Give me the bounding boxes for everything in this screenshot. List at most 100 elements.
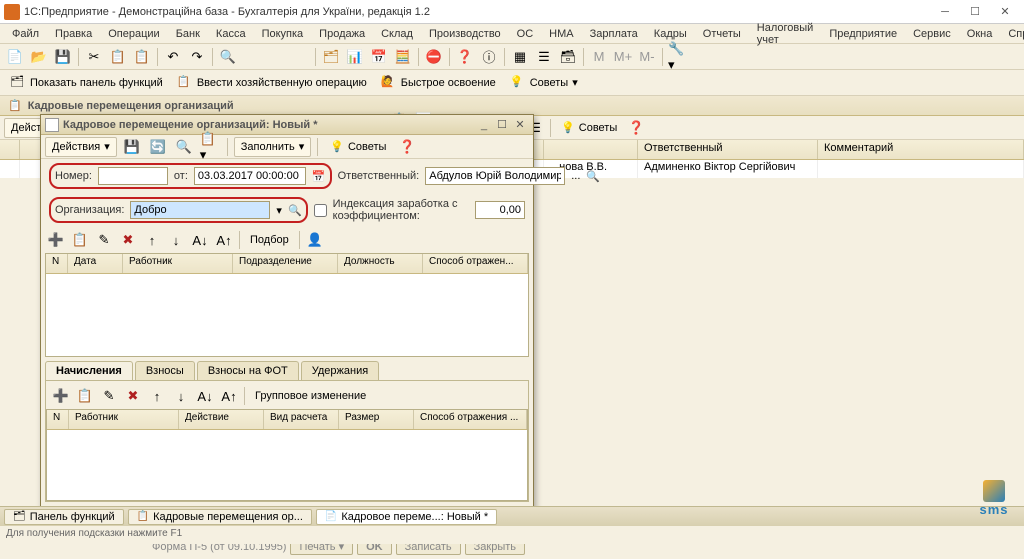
calendar-icon[interactable]: 📅 xyxy=(368,46,390,68)
menu-file[interactable]: Файл xyxy=(6,28,45,40)
menu-enterprise[interactable]: Предприятие xyxy=(823,28,903,40)
modal-max-button[interactable]: ☐ xyxy=(493,117,511,133)
menu-edit[interactable]: Правка xyxy=(49,28,98,40)
menu-production[interactable]: Производство xyxy=(423,28,507,40)
paste-icon[interactable]: 📋 xyxy=(131,46,153,68)
modal-actions-dropdown[interactable]: Действия ▾ xyxy=(45,137,117,157)
dropdown-icon[interactable]: ▾ xyxy=(276,204,282,217)
group-change-button[interactable]: Групповое изменение xyxy=(249,385,372,407)
minimize-button[interactable]: ─ xyxy=(930,2,960,22)
view-icon[interactable]: 🔍 xyxy=(173,136,195,158)
row-delete-icon[interactable]: ✖ xyxy=(117,229,139,251)
menu-sale[interactable]: Продажа xyxy=(313,28,371,40)
menu-os[interactable]: ОС xyxy=(511,28,540,40)
close-button[interactable]: ✕ xyxy=(990,2,1020,22)
grid-icon[interactable]: ▦ xyxy=(509,46,531,68)
menu-help[interactable]: Справка xyxy=(1002,28,1024,40)
search-icon[interactable]: 🔍 xyxy=(217,46,239,68)
row-copy-icon[interactable]: 📋 xyxy=(69,229,91,251)
tree-icon[interactable]: 🗃 xyxy=(557,46,579,68)
refresh-icon[interactable]: 🔄 xyxy=(147,136,169,158)
index-input[interactable] xyxy=(475,201,525,219)
row-delete-icon[interactable]: ✖ xyxy=(122,385,144,407)
redo-icon[interactable]: ↷ xyxy=(186,46,208,68)
modal-tab[interactable]: 📄 Кадровое переме...: Новый * xyxy=(316,509,497,525)
cut-icon[interactable]: ✂ xyxy=(83,46,105,68)
menu-hr[interactable]: Кадры xyxy=(648,28,693,40)
employees-grid[interactable]: N Дата Работник Подразделение Должность … xyxy=(45,253,529,357)
row-copy-icon[interactable]: 📋 xyxy=(74,385,96,407)
stop-icon[interactable]: ⛔ xyxy=(423,46,445,68)
search-icon[interactable]: 🔍 xyxy=(288,204,302,217)
number-input[interactable] xyxy=(98,167,168,185)
sort-desc-icon[interactable]: A↑ xyxy=(218,385,240,407)
row-edit-icon[interactable]: ✎ xyxy=(98,385,120,407)
help-icon[interactable]: ❓ xyxy=(454,46,476,68)
fill-dropdown[interactable]: Заполнить ▾ xyxy=(234,137,312,157)
save-icon[interactable]: 💾 xyxy=(121,136,143,158)
help-icon[interactable]: ❓ xyxy=(625,117,647,139)
org-input[interactable] xyxy=(130,201,270,219)
index-checkbox[interactable] xyxy=(314,204,327,217)
resp-input[interactable] xyxy=(425,167,565,185)
m-plus-icon[interactable]: M+ xyxy=(612,46,634,68)
menu-reports[interactable]: Отчеты xyxy=(697,28,747,40)
maximize-button[interactable]: ☐ xyxy=(960,2,990,22)
menu-nma[interactable]: НМА xyxy=(543,28,579,40)
sort-asc-icon[interactable]: A↓ xyxy=(194,385,216,407)
calculator-icon[interactable]: 🧮 xyxy=(392,46,414,68)
row-up-icon[interactable]: ↑ xyxy=(141,229,163,251)
list-tab[interactable]: 📋 Кадровые перемещения ор... xyxy=(128,509,312,525)
modal-min-button[interactable]: _ xyxy=(475,117,493,133)
save-icon[interactable]: 💾 xyxy=(52,46,74,68)
new-icon[interactable]: 📄 xyxy=(4,46,26,68)
help-icon[interactable]: ❓ xyxy=(396,136,418,158)
enter-operation-button[interactable]: 📋Ввести хозяйственную операцию xyxy=(171,72,373,94)
podbor-button[interactable]: Подбор xyxy=(244,229,295,251)
menu-operations[interactable]: Операции xyxy=(102,28,165,40)
tab-accruals[interactable]: Начисления xyxy=(45,361,133,380)
post-icon[interactable]: 📋▾ xyxy=(199,136,221,158)
row-add-icon[interactable]: ➕ xyxy=(45,229,67,251)
row-edit-icon[interactable]: ✎ xyxy=(93,229,115,251)
row-down-icon[interactable]: ↓ xyxy=(170,385,192,407)
menu-warehouse[interactable]: Склад xyxy=(375,28,419,40)
list-icon[interactable]: ☰ xyxy=(533,46,555,68)
menu-bank[interactable]: Банк xyxy=(170,28,206,40)
select-button[interactable]: ... xyxy=(571,170,580,182)
menu-cash[interactable]: Касса xyxy=(210,28,252,40)
calc-icon[interactable]: 🗂 xyxy=(320,46,342,68)
tab-contrib[interactable]: Взносы xyxy=(135,361,195,380)
row-up-icon[interactable]: ↑ xyxy=(146,385,168,407)
sort-asc-icon[interactable]: A↓ xyxy=(189,229,211,251)
menu-purchase[interactable]: Покупка xyxy=(256,28,310,40)
advice-button[interactable]: 💡Советы▾ xyxy=(504,72,584,94)
advice-link[interactable]: 💡Советы xyxy=(555,117,623,139)
row-down-icon[interactable]: ↓ xyxy=(165,229,187,251)
quick-learn-button[interactable]: 🙋Быстрое освоение xyxy=(375,72,502,94)
search-button[interactable]: 🔍 xyxy=(586,170,600,183)
m-icon[interactable]: M xyxy=(588,46,610,68)
menu-tax[interactable]: Налоговый учет xyxy=(751,22,820,46)
show-panel-button[interactable]: 🗂Показать панель функций xyxy=(4,72,169,94)
info-icon[interactable]: ⓘ xyxy=(478,46,500,68)
copy-icon[interactable]: 📋 xyxy=(107,46,129,68)
open-icon[interactable]: 📂 xyxy=(28,46,50,68)
sort-desc-icon[interactable]: A↑ xyxy=(213,229,235,251)
tab-deduct[interactable]: Удержания xyxy=(301,361,379,380)
menu-salary[interactable]: Зарплата xyxy=(584,28,644,40)
user-icon[interactable]: 👤 xyxy=(304,229,326,251)
report-icon[interactable]: 📊 xyxy=(344,46,366,68)
tab-fot[interactable]: Взносы на ФОТ xyxy=(197,361,299,380)
modal-advice[interactable]: 💡Советы xyxy=(324,136,392,158)
panel-tab[interactable]: 🗂 Панель функций xyxy=(4,509,124,525)
menu-windows[interactable]: Окна xyxy=(961,28,999,40)
undo-icon[interactable]: ↶ xyxy=(162,46,184,68)
calendar-button[interactable]: 📅 xyxy=(312,170,326,183)
modal-close-button[interactable]: ✕ xyxy=(511,117,529,133)
tools-icon[interactable]: 🔧▾ xyxy=(667,46,689,68)
date-input[interactable] xyxy=(194,167,306,185)
m-minus-icon[interactable]: M- xyxy=(636,46,658,68)
menu-service[interactable]: Сервис xyxy=(907,28,957,40)
row-add-icon[interactable]: ➕ xyxy=(50,385,72,407)
